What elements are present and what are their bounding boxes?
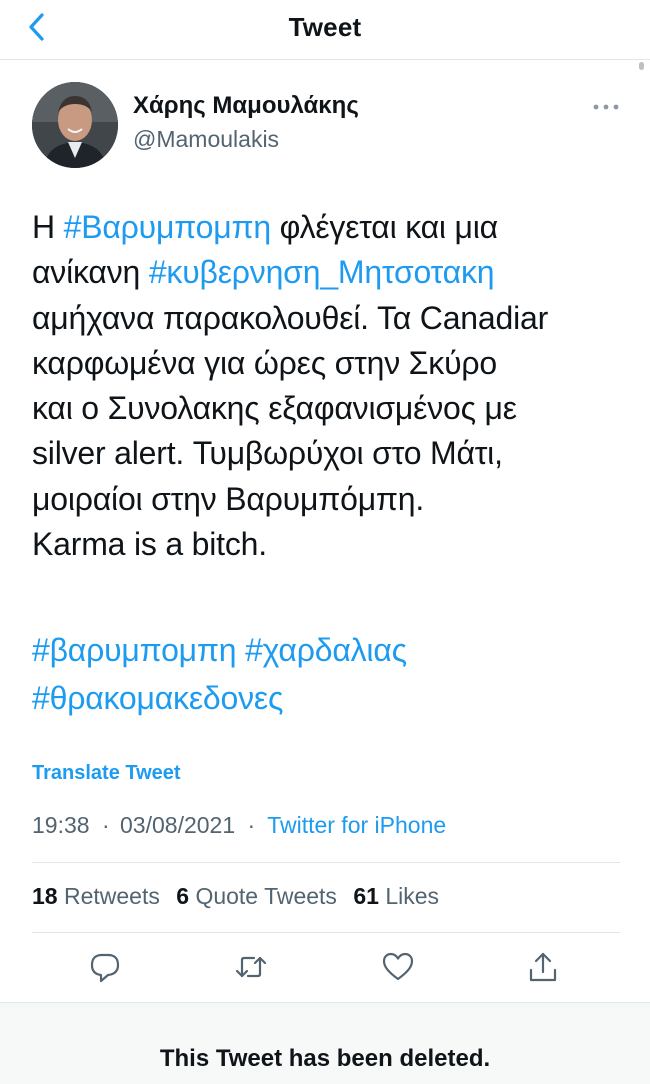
hashtag-link[interactable]: #κυβερνηση_Μητσοτακη: [149, 254, 495, 290]
deleted-tweet-text: This Tweet has been deleted.: [159, 1045, 491, 1072]
likes-count: 61: [353, 883, 379, 909]
divider: [32, 862, 620, 863]
share-button[interactable]: [526, 950, 560, 984]
retweet-icon: [235, 956, 267, 978]
tweet-time[interactable]: 19:38: [32, 812, 90, 838]
share-icon: [529, 952, 557, 982]
tweet-hashtags: #βαρυμπομπη #χαρδαλιας #θρακομακεδονες: [32, 626, 632, 722]
tweet-text-segment: Η: [32, 209, 64, 245]
tweet-text-line: Η #Βαρυμπομπη φλέγεται και μια: [32, 205, 632, 250]
tweet-action-bar: [0, 950, 650, 990]
tweet-text-segment: φλέγεται και μια: [270, 209, 499, 245]
author-display-name[interactable]: Χάρης Μαμουλάκης: [133, 92, 359, 120]
separator: ·: [101, 812, 110, 838]
tweet-text-segment: ανίκανη: [32, 254, 149, 291]
hashtag-link[interactable]: #Βαρυμπομπη: [64, 209, 272, 245]
tweet-text-line: καρφωμένα για ώρες στην Σκύρο: [32, 341, 632, 386]
divider: [32, 932, 620, 933]
tweet-text-segment: αμήχανα παρακολουθεί. Τα Canadiar: [32, 299, 549, 336]
avatar[interactable]: [32, 82, 118, 168]
reply-icon: [90, 953, 120, 983]
tweet-source-link[interactable]: Twitter for iPhone: [267, 812, 446, 838]
retweets-stat[interactable]: 18 Retweets: [32, 883, 160, 909]
tweet-text-line: silver alert. Τυμβωρύχοι στο Μάτι,: [32, 431, 632, 476]
retweets-label: Retweets: [63, 883, 160, 909]
page-title: Tweet: [288, 12, 362, 42]
tweet-text-line: Karma is a bitch.: [32, 522, 632, 567]
like-icon: [382, 952, 414, 981]
more-horizontal-icon: [593, 104, 619, 110]
retweets-count: 18: [32, 883, 58, 909]
tweet-timestamp: 19:38 · 03/08/2021 · Twitter for iPhone: [32, 812, 446, 839]
deleted-tweet-notice: This Tweet has been deleted.: [0, 1002, 650, 1084]
tweet-text: Η #Βαρυμπομπη φλέγεται και μια ανίκανη #κ…: [32, 205, 632, 567]
scrollbar-thumb[interactable]: [639, 62, 644, 70]
hashtag-link[interactable]: #θρακομακεδονες: [32, 674, 632, 722]
author-handle[interactable]: @Mamoulakis: [133, 126, 279, 153]
retweet-button[interactable]: [234, 950, 268, 984]
like-button[interactable]: [381, 950, 415, 984]
more-options-button[interactable]: [592, 100, 620, 114]
hashtag-link[interactable]: #βαρυμπομπη #χαρδαλιας: [32, 626, 632, 674]
reply-button[interactable]: [88, 950, 122, 984]
profile-photo-icon: [32, 82, 118, 168]
tweet-date[interactable]: 03/08/2021: [120, 812, 235, 838]
quote-tweets-label: Quote Tweets: [195, 883, 337, 909]
likes-label: Likes: [385, 883, 440, 909]
quote-tweets-count: 6: [176, 883, 190, 909]
tweet-text-line: ανίκανη #κυβερνηση_Μητσοτακη: [32, 250, 632, 295]
likes-stat[interactable]: 61 Likes: [353, 883, 439, 909]
tweet-text-segment: Karma is a bitch.: [32, 526, 267, 563]
tweet-text-line: μοιραίοι στην Βαρυμπόμπη.: [32, 477, 632, 522]
top-bar: Tweet: [0, 0, 650, 60]
tweet-text-line: και ο Συνολακης εξαφανισμένος με: [32, 386, 632, 431]
tweet-text-segment: μοιραίοι στην Βαρυμπόμπη.: [32, 480, 425, 517]
separator: ·: [247, 812, 256, 838]
translate-tweet-link[interactable]: Translate Tweet: [32, 762, 181, 785]
tweet-text-segment: και ο Συνολακης εξαφανισμένος με: [32, 390, 517, 427]
tweet-stats: 18 Retweets 6 Quote Tweets 61 Likes: [32, 883, 449, 910]
tweet-text-line: αμήχανα παρακολουθεί. Τα Canadiar: [32, 296, 632, 341]
quote-tweets-stat[interactable]: 6 Quote Tweets: [176, 883, 337, 909]
tweet-text-segment: silver alert. Τυμβωρύχοι στο Μάτι,: [32, 435, 503, 472]
tweet-text-segment: καρφωμένα για ώρες στην Σκύρο: [32, 344, 497, 381]
